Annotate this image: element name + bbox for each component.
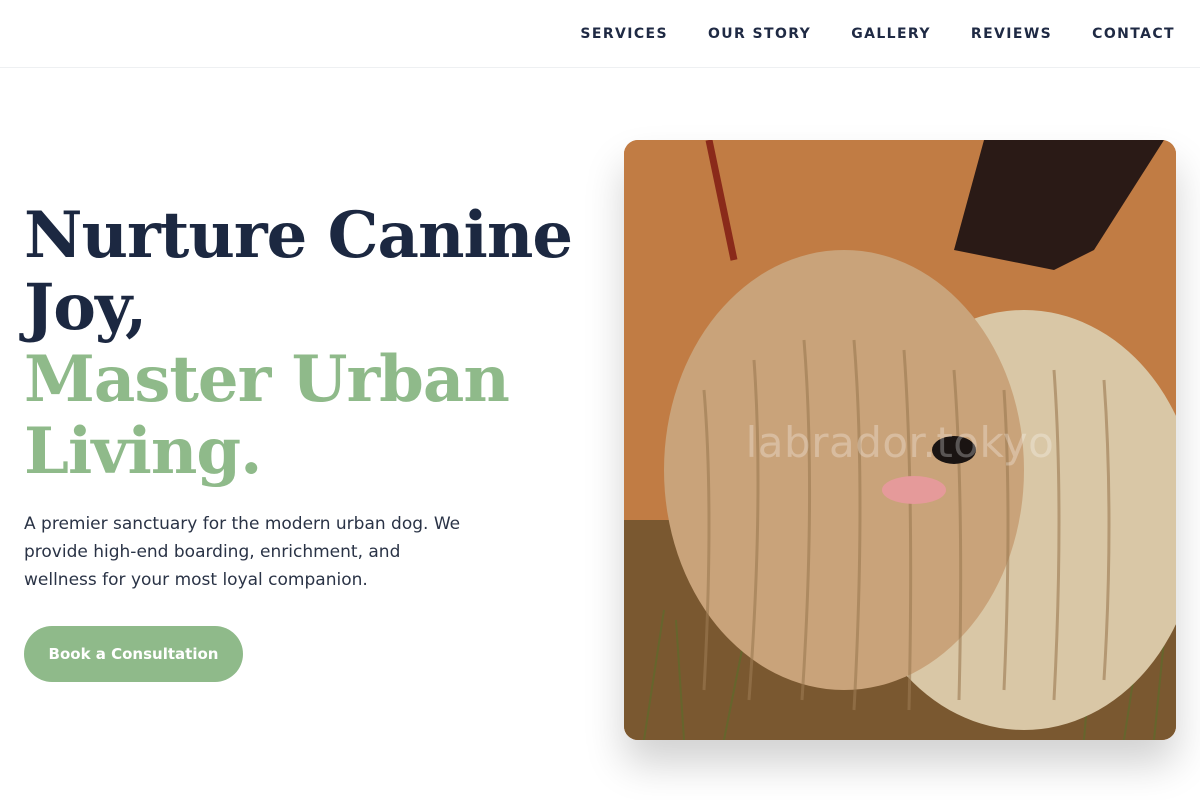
book-consultation-button[interactable]: Book a Consultation	[24, 626, 243, 682]
nav-link-reviews[interactable]: REVIEWS	[971, 26, 1052, 42]
hero-title-line-4: Living.	[24, 414, 262, 489]
hero-title-line-3: Master Urban	[24, 342, 510, 417]
image-watermark: labrador.tokyo	[745, 418, 1055, 467]
nav-links: SERVICES OUR STORY GALLERY REVIEWS CONTA…	[540, 0, 1175, 68]
hero-title-line-2: Joy,	[24, 270, 147, 345]
hero-description: A premier sanctuary for the modern urban…	[24, 514, 461, 590]
hero-title: Nurture Canine Joy, Master Urban Living.	[24, 200, 584, 488]
nav-link-our-story[interactable]: OUR STORY	[708, 26, 811, 42]
hero-dog-photo: labrador.tokyo	[624, 140, 1176, 740]
nav-link-contact[interactable]: CONTACT	[1092, 26, 1175, 42]
nav-link-services[interactable]: SERVICES	[580, 26, 668, 42]
top-navigation: SERVICES OUR STORY GALLERY REVIEWS CONTA…	[0, 0, 1200, 68]
hero-title-line-1: Nurture Canine	[24, 198, 573, 273]
nav-link-gallery[interactable]: GALLERY	[851, 26, 931, 42]
